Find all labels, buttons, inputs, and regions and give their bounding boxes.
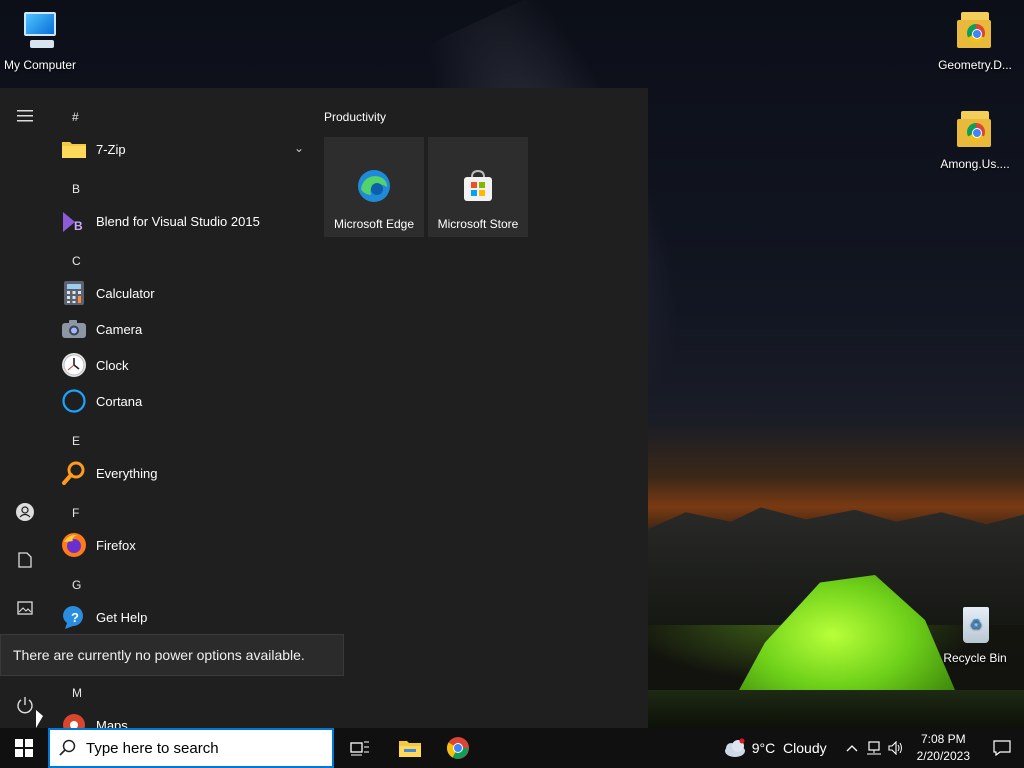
documents-button[interactable]	[0, 538, 50, 582]
show-hidden-icons-button[interactable]	[841, 744, 863, 752]
group-header[interactable]: #	[72, 110, 79, 124]
cloud-icon	[724, 738, 745, 757]
chevron-up-icon	[846, 745, 858, 752]
edge-icon	[358, 170, 390, 202]
app-list: # 7-Zip ⌄ B B Blend for Visual Studio 20…	[50, 88, 310, 728]
get-help-icon: ?	[60, 603, 88, 631]
app-item-calculator[interactable]: Calculator	[60, 275, 306, 311]
network-button[interactable]	[863, 741, 885, 755]
desktop-icon-label: Among.Us....	[940, 157, 1010, 171]
app-item-firefox[interactable]: Firefox	[60, 527, 306, 563]
taskbar: Type here to search 9°C Cloudy 7:08 PM 2…	[0, 728, 1024, 768]
svg-text:?: ?	[71, 610, 79, 625]
hamburger-menu-button[interactable]	[0, 94, 50, 138]
pictures-button[interactable]	[0, 586, 50, 630]
group-header[interactable]: B	[72, 182, 80, 196]
tile-microsoft-store[interactable]: Microsoft Store	[428, 137, 528, 237]
clock-date: 2/20/2023	[916, 749, 970, 763]
clock-icon	[60, 351, 88, 379]
tile-label: Microsoft Edge	[333, 217, 415, 231]
weather-widget[interactable]: 9°C Cloudy	[721, 738, 827, 758]
chrome-icon	[447, 737, 469, 759]
document-icon	[18, 552, 32, 568]
app-item-blend[interactable]: B Blend for Visual Studio 2015	[60, 203, 306, 239]
desktop-icon-recycle-bin[interactable]: ♻ Recycle Bin	[935, 603, 1015, 665]
start-button[interactable]	[0, 728, 48, 768]
tile-microsoft-edge[interactable]: Microsoft Edge	[324, 137, 424, 237]
group-header[interactable]: E	[72, 434, 80, 448]
maps-icon	[60, 711, 88, 728]
taskbar-search-box[interactable]: Type here to search	[48, 728, 334, 768]
volume-icon	[888, 741, 902, 755]
start-menu: # 7-Zip ⌄ B B Blend for Visual Studio 20…	[0, 88, 648, 728]
chrome-button[interactable]	[434, 728, 482, 768]
mouse-cursor-icon	[36, 710, 43, 728]
app-item-maps[interactable]: Maps	[60, 707, 306, 728]
weather-text: 9°C Cloudy	[751, 740, 827, 756]
chrome-shortcut-icon	[953, 109, 997, 153]
app-item-clock[interactable]: Clock	[60, 347, 306, 383]
task-view-button[interactable]	[336, 728, 384, 768]
computer-icon	[18, 10, 62, 54]
desktop-icon-my-computer[interactable]: My Computer	[0, 10, 80, 72]
firefox-icon	[60, 531, 88, 559]
app-item-cortana[interactable]: Cortana	[60, 383, 306, 419]
picture-icon	[17, 601, 33, 615]
power-icon	[17, 697, 33, 714]
group-header[interactable]: C	[72, 254, 81, 268]
desktop-icon-geometry-dash[interactable]: Geometry.D...	[935, 10, 1015, 72]
clock-time: 7:08 PM	[920, 732, 966, 746]
chrome-shortcut-icon	[953, 10, 997, 54]
tiles-group-title[interactable]: Productivity	[324, 110, 386, 124]
task-view-icon	[350, 741, 369, 756]
desktop-icon-label: Geometry.D...	[938, 58, 1012, 72]
volume-button[interactable]	[885, 741, 907, 755]
desktop-icon-among-us[interactable]: Among.Us....	[935, 109, 1015, 171]
app-item-camera[interactable]: Camera	[60, 311, 306, 347]
group-header[interactable]: G	[72, 578, 81, 592]
store-icon	[464, 169, 492, 201]
app-item-everything[interactable]: Everything	[60, 455, 306, 491]
action-center-button[interactable]	[980, 740, 1024, 756]
file-explorer-button[interactable]	[386, 728, 434, 768]
cortana-icon	[60, 387, 88, 415]
camera-icon	[60, 315, 88, 343]
taskbar-clock[interactable]: 7:08 PM 2/20/2023	[907, 731, 980, 765]
group-header[interactable]: F	[72, 506, 79, 520]
network-icon	[866, 741, 881, 755]
everything-icon	[60, 459, 88, 487]
search-placeholder: Type here to search	[86, 739, 219, 757]
desktop-icon-label: My Computer	[3, 58, 77, 72]
hamburger-icon	[17, 110, 33, 122]
notification-icon	[993, 740, 1011, 756]
start-rail	[0, 88, 50, 728]
user-icon	[16, 503, 34, 521]
file-explorer-icon	[399, 741, 421, 757]
search-icon	[50, 739, 86, 757]
app-item-7zip[interactable]: 7-Zip ⌄	[60, 131, 306, 167]
system-tray: 9°C Cloudy 7:08 PM 2/20/2023	[721, 728, 1024, 768]
chevron-down-icon[interactable]: ⌄	[294, 141, 304, 155]
account-button[interactable]	[0, 490, 50, 534]
desktop-icon-label: Recycle Bin	[943, 651, 1007, 665]
app-item-get-help[interactable]: ? Get Help	[60, 599, 306, 635]
calculator-icon	[60, 279, 88, 307]
windows-logo-icon	[15, 739, 33, 757]
recycle-bin-icon: ♻	[953, 603, 997, 647]
wallpaper-ground	[648, 690, 1024, 730]
tile-label: Microsoft Store	[437, 217, 519, 231]
svg-text:B: B	[74, 219, 83, 233]
power-options-tooltip: There are currently no power options ava…	[0, 634, 344, 676]
group-header[interactable]: M	[72, 686, 82, 700]
folder-icon	[60, 135, 88, 163]
blend-icon: B	[60, 207, 88, 235]
